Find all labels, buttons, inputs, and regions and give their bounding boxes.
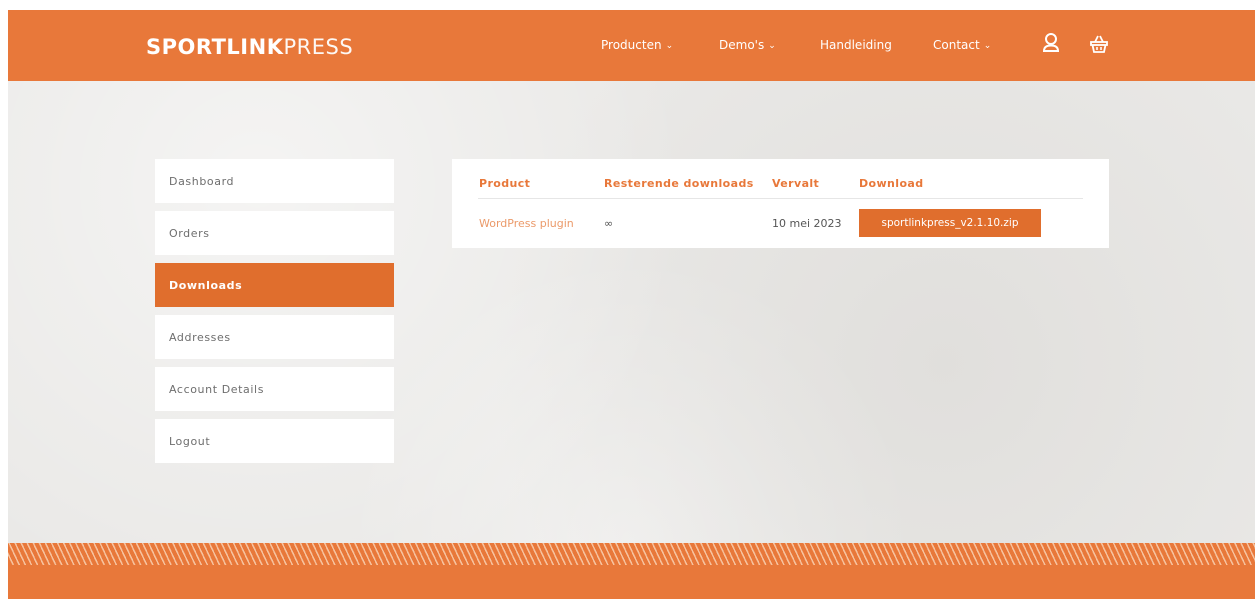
column-header-download: Download: [859, 177, 924, 190]
account-nav-account-details[interactable]: Account Details: [155, 367, 394, 411]
chevron-down-icon: ⌄: [768, 41, 776, 51]
account-nav-logout[interactable]: Logout: [155, 419, 394, 463]
site-header: SPORTLINKPRESS Producten ⌄ Demo's ⌄ Handle…: [8, 10, 1255, 81]
column-header-expires: Vervalt: [772, 177, 820, 190]
account-nav-label: Addresses: [169, 331, 231, 344]
chevron-down-icon: ⌄: [983, 41, 992, 51]
account-nav-addresses[interactable]: Addresses: [155, 315, 394, 359]
download-file-button[interactable]: sportlinkpress_v2.1.10.zip: [859, 209, 1041, 237]
expiry-date: 10 mei 2023: [772, 217, 842, 230]
nav-label: Demo's: [719, 38, 765, 52]
footer-stripe: [8, 543, 1255, 565]
account-nav-dashboard[interactable]: Dashboard: [155, 159, 394, 203]
account-nav-label: Logout: [169, 435, 211, 448]
account-nav-orders[interactable]: Orders: [155, 211, 394, 255]
column-header-remaining: Resterende downloads: [604, 177, 754, 190]
downloads-table: Product Resterende downloads Vervalt Dow…: [452, 159, 1109, 248]
account-button[interactable]: [1042, 32, 1060, 58]
site-footer: [8, 565, 1255, 599]
nav-item-contact[interactable]: Contact ⌄: [933, 38, 991, 52]
account-nav-label: Account Details: [169, 383, 265, 396]
nav-label: Contact: [933, 38, 980, 52]
nav-label: Handleiding: [820, 38, 892, 52]
account-nav-label: Downloads: [169, 279, 243, 292]
cart-button[interactable]: [1089, 34, 1109, 58]
account-nav-label: Orders: [169, 227, 210, 240]
product-link[interactable]: WordPress plugin: [479, 217, 574, 230]
user-icon: [1042, 33, 1060, 52]
page-frame: SPORTLINKPRESS Producten ⌄ Demo's ⌄ Handle…: [8, 10, 1255, 599]
account-nav-downloads[interactable]: Downloads: [155, 263, 394, 307]
nav-item-demos[interactable]: Demo's ⌄: [719, 38, 776, 52]
nav-label: Producten: [601, 38, 662, 52]
nav-item-handleiding[interactable]: Handleiding: [820, 38, 892, 52]
column-header-product: Product: [479, 177, 531, 190]
main-nav: Producten ⌄ Demo's ⌄ Handleiding Contact ⌄: [8, 38, 1255, 58]
basket-icon: [1090, 35, 1108, 53]
chevron-down-icon: ⌄: [665, 41, 674, 51]
header-divider: [478, 198, 1083, 199]
account-nav-label: Dashboard: [169, 175, 235, 188]
remaining-downloads: ∞: [604, 217, 614, 230]
nav-item-producten[interactable]: Producten ⌄: [601, 38, 673, 52]
